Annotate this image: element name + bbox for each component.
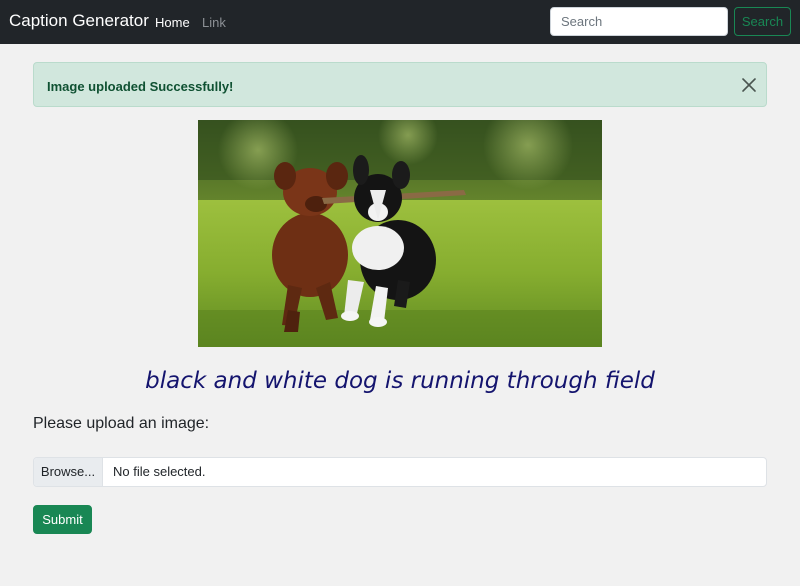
upload-label: Please upload an image: <box>33 415 210 432</box>
submit-button[interactable]: Submit <box>33 505 92 534</box>
alert-message: Image uploaded Successfully! <box>47 79 234 94</box>
file-status: No file selected. <box>113 464 206 479</box>
search-button[interactable]: Search <box>734 7 791 36</box>
uploaded-photo <box>198 120 602 347</box>
nav-link-home[interactable]: Home <box>155 15 190 30</box>
navbar-brand[interactable]: Caption Generator <box>9 11 149 31</box>
file-input[interactable]: Browse... No file selected. <box>33 457 767 487</box>
nav-link-link[interactable]: Link <box>202 15 226 30</box>
browse-button[interactable]: Browse... <box>34 458 103 486</box>
generated-caption: black and white dog is running through f… <box>145 368 655 394</box>
close-icon[interactable] <box>740 76 758 94</box>
search-input[interactable] <box>550 7 728 36</box>
navbar: Caption Generator Home Link Search <box>0 0 800 44</box>
success-alert: Image uploaded Successfully! <box>33 62 767 107</box>
